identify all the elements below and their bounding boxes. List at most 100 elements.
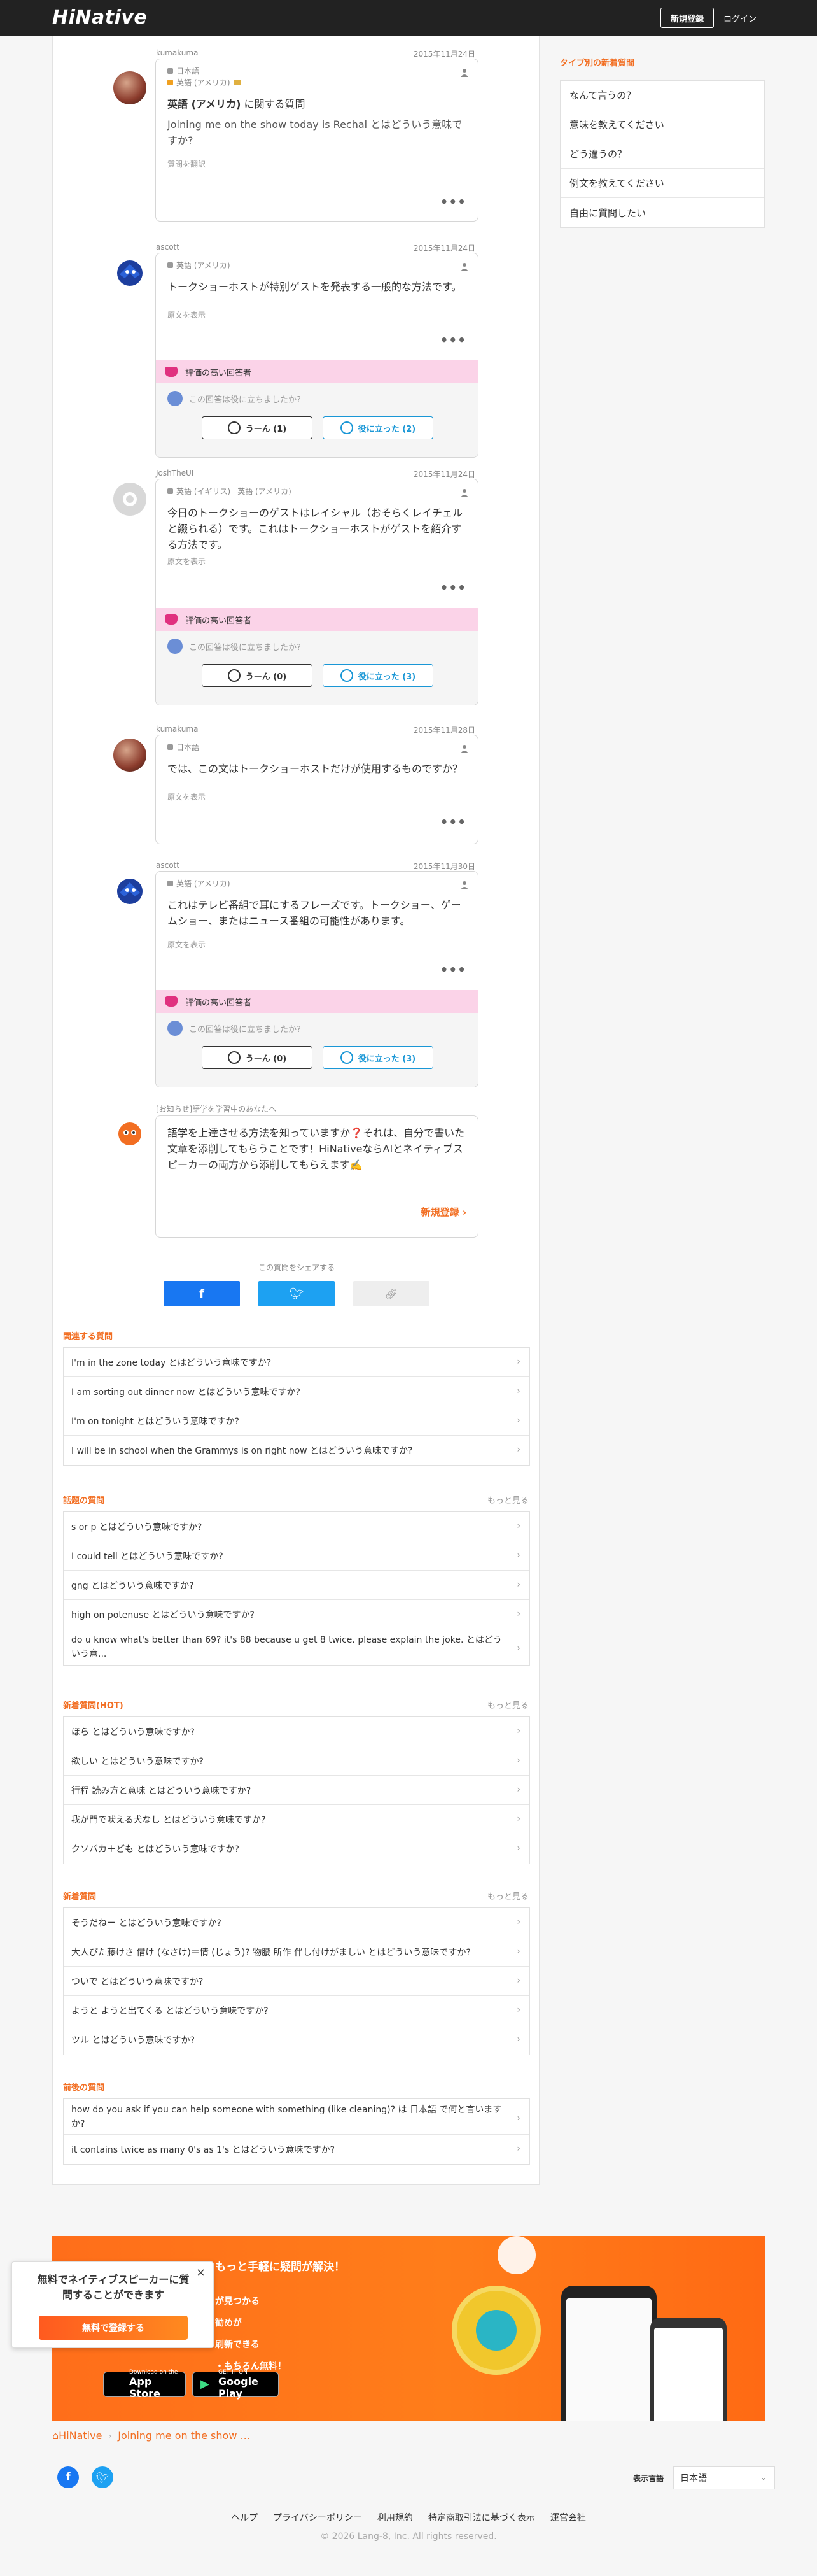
chevron-right-icon: › (517, 1520, 520, 1531)
more-options-icon[interactable]: ••• (440, 194, 466, 209)
chevron-right-icon: › (517, 1916, 520, 1927)
list-item[interactable]: it contains twice as many 0's as 1's とはど… (64, 2135, 529, 2164)
sidebar-item-meaning[interactable]: 意味を教えてください (561, 110, 764, 139)
avatar[interactable] (113, 257, 146, 290)
avatar[interactable] (113, 71, 146, 104)
list-item[interactable]: 欲しい とはどういう意味ですか? › (64, 1746, 529, 1776)
footer-link-commerce[interactable]: 特定商取引法に基づく表示 (428, 2511, 535, 2524)
list-item[interactable]: I will be in school when the Grammys is … (64, 1436, 529, 1465)
username[interactable]: JoshTheUI (156, 469, 193, 478)
list-item[interactable]: do u know what's better than 69? it's 88… (64, 1629, 529, 1665)
question-heading: 英語 (アメリカ) に関する質問 (167, 98, 305, 110)
list-item[interactable]: 我が門で吠える犬なし とはどういう意味ですか? › (64, 1805, 529, 1834)
user-mini-avatar (167, 639, 183, 654)
share-facebook-button[interactable]: f (164, 1281, 240, 1306)
list-item[interactable]: high on potenuse とはどういう意味ですか? › (64, 1600, 529, 1629)
list-item[interactable]: ツル とはどういう意味ですか? › (64, 2025, 529, 2055)
list-item[interactable]: I'm on tonight とはどういう意味ですか? › (64, 1406, 529, 1436)
home-link[interactable]: ⌂HiNative (52, 2430, 102, 2442)
facebook-link[interactable]: f (57, 2466, 79, 2488)
sidebar-item-examples[interactable]: 例文を教えてください (561, 169, 764, 198)
more-link-topical[interactable]: もっと見る (487, 1494, 529, 1506)
breadcrumb-separator-icon: › (108, 2431, 112, 2440)
more-options-icon[interactable]: ••• (440, 332, 466, 348)
answer-text: これはテレビ番組で耳にするフレーズです。トークショー、ゲームショー、またはニュー… (167, 899, 461, 927)
username[interactable]: ascott (156, 861, 179, 870)
app-store-badge[interactable]: Download on the App Store (103, 2369, 186, 2400)
neutral-face-icon (227, 1051, 241, 1064)
chevron-right-icon: › (517, 1385, 520, 1396)
helpful-button[interactable]: 役に立った (2) (323, 416, 433, 439)
sidebar-item-difference[interactable]: どう違うの？ (561, 139, 764, 169)
show-original-link[interactable]: 原文を表示 (167, 791, 206, 802)
share-twitter-button[interactable]: 🐦︎ (258, 1281, 335, 1306)
list-item[interactable]: そうだねー とはどういう意味ですか? › (64, 1908, 529, 1937)
answer-card: 英語 (アメリカ) トークショーホストが特別ゲストを発表する一般的な方法です。 … (155, 253, 478, 458)
login-button[interactable]: ログイン (719, 8, 761, 28)
chevron-right-icon: › (517, 1813, 520, 1824)
chevron-right-icon: › (517, 1843, 520, 1853)
breadcrumb-current[interactable]: Joining me on the show ... (118, 2430, 250, 2442)
avatar[interactable] (113, 875, 146, 908)
list-item[interactable]: how do you ask if you can help someone w… (64, 2099, 529, 2135)
list-item[interactable]: ついで とはどういう意味ですか? › (64, 1967, 529, 1996)
list-item[interactable]: 行程 読み方と意味 とはどういう意味ですか? › (64, 1776, 529, 1805)
more-options-icon[interactable]: ••• (440, 814, 466, 830)
list-item[interactable]: I could tell とはどういう意味ですか? › (64, 1541, 529, 1571)
mascot-icon (498, 2236, 536, 2274)
more-link-new[interactable]: もっと見る (487, 1890, 529, 1902)
show-original-link[interactable]: 原文を表示 (167, 939, 206, 950)
helpful-button[interactable]: 役に立った (3) (323, 1046, 433, 1069)
smile-face-icon (340, 669, 353, 682)
list-item[interactable]: ほら とはどういう意味ですか? › (64, 1717, 529, 1746)
hmm-button[interactable]: うーん (0) (202, 664, 312, 687)
avatar[interactable] (113, 483, 146, 516)
copyright: © 2026 Lang-8, Inc. All rights reserved. (320, 2531, 497, 2542)
notice-card[interactable]: 語学を上達させる方法を知っていますか❓それは、自分で書いた文章を添削してもらうこ… (155, 1115, 478, 1238)
twitter-link[interactable]: 🐦︎ (92, 2466, 113, 2488)
gplay-big-text: Google Play (218, 2375, 258, 2400)
show-original-link[interactable]: 原文を表示 (167, 309, 206, 320)
chevron-right-icon: › (517, 2034, 520, 2044)
list-item[interactable]: I am sorting out dinner now とはどういう意味ですか?… (64, 1377, 529, 1406)
more-options-icon[interactable]: ••• (440, 580, 466, 595)
list-item[interactable]: クソバカ＋ども とはどういう意味ですか? › (64, 1834, 529, 1864)
hinative-mascot-avatar (113, 1117, 146, 1150)
copy-link-button[interactable]: 🔗︎ (353, 1281, 429, 1306)
more-options-icon[interactable]: ••• (440, 962, 466, 977)
notice-signup-link[interactable]: 新規登録 › (421, 1205, 466, 1219)
sidebar-item-how-to-say[interactable]: なんて言うの？ (561, 81, 764, 110)
list-item[interactable]: 大人びた藤けさ 借け (なさけ)＝情 (じょう)? 物腰 所作 伴し付けがましい… (64, 1937, 529, 1967)
footer-link-help[interactable]: ヘルプ (231, 2511, 258, 2524)
popup-signup-button[interactable]: 無料で登録する (39, 2316, 188, 2340)
username[interactable]: ascott (156, 243, 179, 251)
display-language-select[interactable]: 日本語 ⌄ (673, 2466, 775, 2489)
translate-question-link[interactable]: 質問を翻訳 (167, 159, 206, 169)
helpful-question: この回答は役に立ちましたか? (167, 391, 301, 406)
username[interactable]: kumakuma (156, 725, 198, 733)
footer-links: ヘルプ プライバシーポリシー 利用規約 特定商取引法に基づく表示 運営会社 (0, 2511, 817, 2524)
more-link-new-hot[interactable]: もっと見る (487, 1699, 529, 1711)
hmm-button[interactable]: うーん (1) (202, 416, 312, 439)
show-original-link[interactable]: 原文を表示 (167, 556, 206, 567)
logo[interactable]: HiNative (52, 6, 147, 29)
google-play-badge[interactable]: ▶ GET IT ON Google Play (192, 2369, 279, 2400)
signup-button[interactable]: 新規登録 (660, 8, 714, 28)
footer-link-company[interactable]: 運営会社 (550, 2511, 586, 2524)
helpful-button[interactable]: 役に立った (3) (323, 664, 433, 687)
chevron-right-icon: › (517, 1784, 520, 1795)
language-icon (167, 881, 173, 886)
graduation-cap-icon (165, 367, 178, 377)
sidebar-item-free-question[interactable]: 自由に質問したい (561, 198, 764, 227)
list-item[interactable]: ようと ようと出てくる とはどういう意味ですか? › (64, 1996, 529, 2025)
username[interactable]: kumakuma (156, 48, 198, 57)
footer-link-terms[interactable]: 利用規約 (377, 2511, 413, 2524)
hmm-button[interactable]: うーん (0) (202, 1046, 312, 1069)
list-item[interactable]: I'm in the zone today とはどういう意味ですか? › (64, 1348, 529, 1377)
language-icon (167, 262, 173, 268)
list-item[interactable]: s or p とはどういう意味ですか? › (64, 1512, 529, 1541)
footer-link-privacy[interactable]: プライバシーポリシー (273, 2511, 362, 2524)
list-item[interactable]: gng とはどういう意味ですか? › (64, 1571, 529, 1600)
appstore-big-text: App Store (129, 2375, 160, 2400)
avatar[interactable] (113, 739, 146, 772)
